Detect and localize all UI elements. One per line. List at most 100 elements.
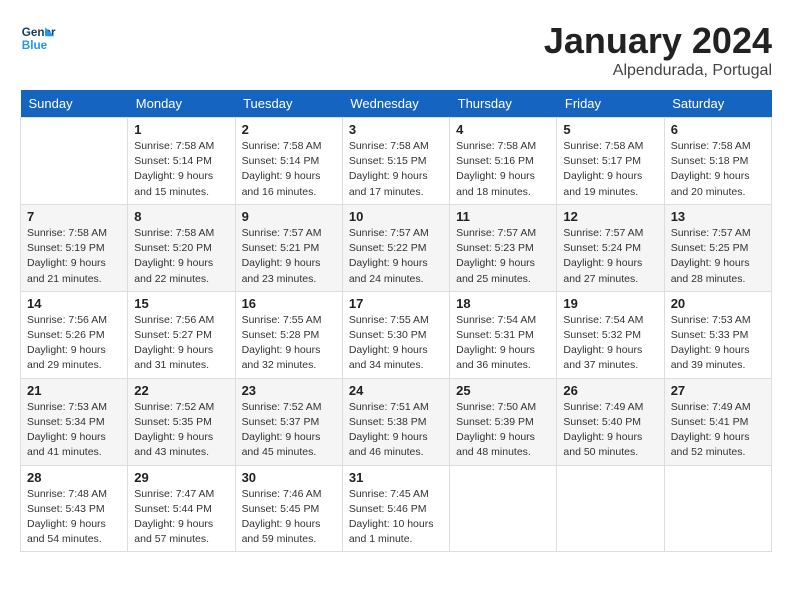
day-info: Sunrise: 7:54 AMSunset: 5:32 PMDaylight:… [563, 314, 643, 372]
calendar-cell: 25 Sunrise: 7:50 AMSunset: 5:39 PMDayligh… [450, 378, 557, 465]
calendar-cell: 18Sunrise: 7:54 AMSunset: 5:31 PMDayligh… [450, 291, 557, 378]
weekday-header-thursday: Thursday [450, 90, 557, 118]
calendar-cell: 31 Sunrise: 7:45 AMSunset: 5:46 PMDayligh… [342, 465, 449, 552]
logo-icon: General Blue [20, 20, 56, 56]
day-number: 15 [134, 296, 228, 311]
calendar-cell: 27Sunrise: 7:49 AMSunset: 5:41 PMDayligh… [664, 378, 771, 465]
day-info: Sunrise: 7:57 AMSunset: 5:21 PMDaylight:… [242, 227, 322, 285]
calendar-cell: 28Sunrise: 7:48 AMSunset: 5:43 PMDayligh… [21, 465, 128, 552]
calendar-cell: 9 Sunrise: 7:57 AMSunset: 5:21 PMDaylight… [235, 204, 342, 291]
day-number: 6 [671, 122, 765, 137]
calendar-cell: 2 Sunrise: 7:58 AMSunset: 5:14 PMDaylight… [235, 118, 342, 205]
day-info: Sunrise: 7:58 AMSunset: 5:15 PMDaylight:… [349, 140, 429, 198]
calendar-week-4: 21 Sunrise: 7:53 AMSunset: 5:34 PMDayligh… [21, 378, 772, 465]
calendar-cell: 24 Sunrise: 7:51 AMSunset: 5:38 PMDayligh… [342, 378, 449, 465]
day-info: Sunrise: 7:49 AMSunset: 5:40 PMDaylight:… [563, 401, 643, 459]
calendar-cell: 15 Sunrise: 7:56 AMSunset: 5:27 PMDayligh… [128, 291, 235, 378]
day-number: 12 [563, 209, 657, 224]
day-number: 21 [27, 383, 121, 398]
location: Alpendurada, Portugal [544, 62, 772, 80]
weekday-header-friday: Friday [557, 90, 664, 118]
day-info: Sunrise: 7:57 AMSunset: 5:23 PMDaylight:… [456, 227, 536, 285]
calendar-cell [557, 465, 664, 552]
day-info: Sunrise: 7:52 AMSunset: 5:35 PMDaylight:… [134, 401, 214, 459]
day-number: 24 [349, 383, 443, 398]
calendar-table: SundayMondayTuesdayWednesdayThursdayFrid… [20, 90, 772, 552]
calendar-cell: 17Sunrise: 7:55 AMSunset: 5:30 PMDayligh… [342, 291, 449, 378]
day-number: 31 [349, 470, 443, 485]
day-info: Sunrise: 7:45 AMSunset: 5:46 PMDaylight:… [349, 488, 434, 546]
day-number: 19 [563, 296, 657, 311]
svg-text:General: General [22, 26, 56, 39]
day-info: Sunrise: 7:50 AMSunset: 5:39 PMDaylight:… [456, 401, 536, 459]
calendar-cell: 8 Sunrise: 7:58 AMSunset: 5:20 PMDaylight… [128, 204, 235, 291]
day-info: Sunrise: 7:58 AMSunset: 5:19 PMDaylight:… [27, 227, 107, 285]
calendar-cell [21, 118, 128, 205]
calendar-cell: 14Sunrise: 7:56 AMSunset: 5:26 PMDayligh… [21, 291, 128, 378]
day-info: Sunrise: 7:53 AMSunset: 5:33 PMDaylight:… [671, 314, 751, 372]
month-title: January 2024 [544, 20, 772, 62]
day-number: 9 [242, 209, 336, 224]
calendar-cell: 16Sunrise: 7:55 AMSunset: 5:28 PMDayligh… [235, 291, 342, 378]
page-header: General Blue January 2024 Alpendurada, P… [20, 20, 772, 80]
calendar-cell: 7 Sunrise: 7:58 AMSunset: 5:19 PMDaylight… [21, 204, 128, 291]
day-number: 29 [134, 470, 228, 485]
weekday-header-wednesday: Wednesday [342, 90, 449, 118]
calendar-cell: 10Sunrise: 7:57 AMSunset: 5:22 PMDayligh… [342, 204, 449, 291]
day-number: 20 [671, 296, 765, 311]
day-info: Sunrise: 7:58 AMSunset: 5:14 PMDaylight:… [134, 140, 214, 198]
day-info: Sunrise: 7:57 AMSunset: 5:24 PMDaylight:… [563, 227, 643, 285]
day-number: 2 [242, 122, 336, 137]
day-info: Sunrise: 7:46 AMSunset: 5:45 PMDaylight:… [242, 488, 322, 546]
calendar-cell: 22 Sunrise: 7:52 AMSunset: 5:35 PMDayligh… [128, 378, 235, 465]
weekday-header-saturday: Saturday [664, 90, 771, 118]
day-info: Sunrise: 7:51 AMSunset: 5:38 PMDaylight:… [349, 401, 429, 459]
calendar-cell: 11 Sunrise: 7:57 AMSunset: 5:23 PMDayligh… [450, 204, 557, 291]
calendar-cell: 23Sunrise: 7:52 AMSunset: 5:37 PMDayligh… [235, 378, 342, 465]
calendar-cell: 13 Sunrise: 7:57 AMSunset: 5:25 PMDayligh… [664, 204, 771, 291]
calendar-cell: 29 Sunrise: 7:47 AMSunset: 5:44 PMDayligh… [128, 465, 235, 552]
day-number: 4 [456, 122, 550, 137]
weekday-header-row: SundayMondayTuesdayWednesdayThursdayFrid… [21, 90, 772, 118]
day-info: Sunrise: 7:55 AMSunset: 5:28 PMDaylight:… [242, 314, 322, 372]
title-block: January 2024 Alpendurada, Portugal [544, 20, 772, 80]
calendar-cell: 30Sunrise: 7:46 AMSunset: 5:45 PMDayligh… [235, 465, 342, 552]
calendar-week-1: 1Sunrise: 7:58 AMSunset: 5:14 PMDaylight… [21, 118, 772, 205]
calendar-cell [664, 465, 771, 552]
day-info: Sunrise: 7:58 AMSunset: 5:18 PMDaylight:… [671, 140, 751, 198]
calendar-cell: 1Sunrise: 7:58 AMSunset: 5:14 PMDaylight… [128, 118, 235, 205]
day-number: 13 [671, 209, 765, 224]
calendar-cell: 4 Sunrise: 7:58 AMSunset: 5:16 PMDaylight… [450, 118, 557, 205]
day-number: 22 [134, 383, 228, 398]
day-info: Sunrise: 7:56 AMSunset: 5:26 PMDaylight:… [27, 314, 107, 372]
day-info: Sunrise: 7:54 AMSunset: 5:31 PMDaylight:… [456, 314, 536, 372]
calendar-cell: 6 Sunrise: 7:58 AMSunset: 5:18 PMDaylight… [664, 118, 771, 205]
calendar-cell: 12 Sunrise: 7:57 AMSunset: 5:24 PMDayligh… [557, 204, 664, 291]
weekday-header-tuesday: Tuesday [235, 90, 342, 118]
day-info: Sunrise: 7:47 AMSunset: 5:44 PMDaylight:… [134, 488, 214, 546]
day-info: Sunrise: 7:58 AMSunset: 5:14 PMDaylight:… [242, 140, 322, 198]
day-number: 25 [456, 383, 550, 398]
day-info: Sunrise: 7:58 AMSunset: 5:16 PMDaylight:… [456, 140, 536, 198]
calendar-cell: 19 Sunrise: 7:54 AMSunset: 5:32 PMDayligh… [557, 291, 664, 378]
day-info: Sunrise: 7:56 AMSunset: 5:27 PMDaylight:… [134, 314, 214, 372]
day-number: 23 [242, 383, 336, 398]
day-number: 5 [563, 122, 657, 137]
calendar-cell [450, 465, 557, 552]
calendar-week-2: 7 Sunrise: 7:58 AMSunset: 5:19 PMDaylight… [21, 204, 772, 291]
calendar-cell: 26Sunrise: 7:49 AMSunset: 5:40 PMDayligh… [557, 378, 664, 465]
day-number: 8 [134, 209, 228, 224]
day-info: Sunrise: 7:57 AMSunset: 5:22 PMDaylight:… [349, 227, 429, 285]
calendar-cell: 5Sunrise: 7:58 AMSunset: 5:17 PMDaylight… [557, 118, 664, 205]
day-info: Sunrise: 7:48 AMSunset: 5:43 PMDaylight:… [27, 488, 107, 546]
day-info: Sunrise: 7:55 AMSunset: 5:30 PMDaylight:… [349, 314, 429, 372]
day-number: 7 [27, 209, 121, 224]
day-number: 11 [456, 209, 550, 224]
logo: General Blue [20, 20, 56, 56]
day-info: Sunrise: 7:58 AMSunset: 5:20 PMDaylight:… [134, 227, 214, 285]
weekday-header-sunday: Sunday [21, 90, 128, 118]
day-info: Sunrise: 7:57 AMSunset: 5:25 PMDaylight:… [671, 227, 751, 285]
calendar-cell: 20 Sunrise: 7:53 AMSunset: 5:33 PMDayligh… [664, 291, 771, 378]
day-info: Sunrise: 7:53 AMSunset: 5:34 PMDaylight:… [27, 401, 107, 459]
calendar-week-3: 14Sunrise: 7:56 AMSunset: 5:26 PMDayligh… [21, 291, 772, 378]
